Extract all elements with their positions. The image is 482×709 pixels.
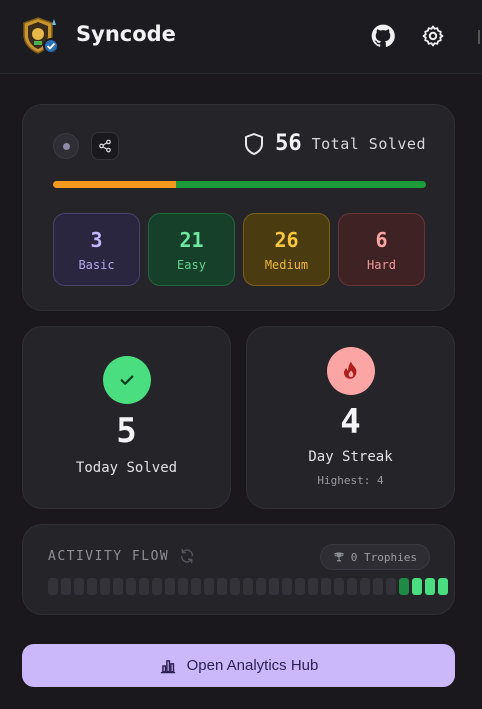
activity-cell <box>48 578 58 595</box>
activity-cell <box>425 578 435 595</box>
app-title: Syncode <box>76 22 176 46</box>
activity-cell <box>74 578 84 595</box>
day-streak-label: Day Streak <box>308 449 393 465</box>
trophy-icon <box>334 552 344 562</box>
total-solved-label: Total Solved <box>311 134 426 153</box>
difficulty-count: 21 <box>179 227 204 252</box>
difficulty-label: Medium <box>264 257 309 272</box>
activity-cell <box>386 578 396 595</box>
day-streak-value: 4 <box>340 402 361 442</box>
difficulty-breakdown: 3 Basic 21 Easy 26 Medium 6 Hard <box>53 213 425 286</box>
difficulty-basic[interactable]: 3 Basic <box>53 213 140 286</box>
activity-cell <box>334 578 344 595</box>
difficulty-count: 6 <box>375 227 388 252</box>
activity-cell <box>61 578 71 595</box>
difficulty-hard[interactable]: 6 Hard <box>338 213 425 286</box>
difficulty-count: 26 <box>274 227 299 252</box>
difficulty-medium[interactable]: 26 Medium <box>243 213 330 286</box>
highest-streak-label: Highest: 4 <box>317 474 384 487</box>
refresh-button[interactable] <box>179 548 195 564</box>
settings-button[interactable] <box>420 23 446 49</box>
difficulty-label: Hard <box>367 257 396 272</box>
today-solved-card: 5 Today Solved <box>22 326 231 509</box>
difficulty-count: 3 <box>90 227 103 252</box>
check-circle <box>103 356 151 404</box>
summary-card: 56 Total Solved 3 Basic 21 Easy 26 Mediu… <box>22 104 455 311</box>
share-icon <box>99 139 111 153</box>
app-logo-icon <box>20 15 64 57</box>
activity-cell <box>165 578 175 595</box>
activity-heatmap <box>48 578 448 595</box>
activity-cell <box>152 578 162 595</box>
activity-flow-title: ACTIVITY FLOW <box>48 549 170 564</box>
activity-cell <box>243 578 253 595</box>
activity-cell <box>360 578 370 595</box>
activity-cell <box>126 578 136 595</box>
bar-chart-icon <box>160 659 175 673</box>
day-streak-card: 4 Day Streak Highest: 4 <box>246 326 455 509</box>
open-analytics-hub-label: Open Analytics Hub <box>186 657 319 674</box>
activity-cell <box>256 578 266 595</box>
trophies-count: 0 Trophies <box>350 550 417 564</box>
activity-cell <box>308 578 318 595</box>
difficulty-label: Basic <box>78 257 115 272</box>
app-header: Syncode <box>0 0 482 74</box>
difficulty-label: Easy <box>177 257 206 272</box>
activity-cell <box>269 578 279 595</box>
activity-cell <box>204 578 214 595</box>
today-solved-label: Today Solved <box>75 460 178 476</box>
shield-icon <box>245 132 264 155</box>
activity-cell <box>295 578 305 595</box>
total-solved: 56 Total Solved <box>243 131 426 156</box>
activity-cell <box>412 578 422 595</box>
difficulty-progress-bar <box>53 181 426 188</box>
window-edge-handle <box>478 30 482 44</box>
activity-cell <box>217 578 227 595</box>
share-button[interactable] <box>91 132 119 160</box>
activity-cell <box>282 578 292 595</box>
activity-cell <box>87 578 97 595</box>
refresh-icon <box>180 548 194 564</box>
activity-cell <box>373 578 383 595</box>
progress-segment-primary <box>53 181 177 188</box>
activity-cell <box>321 578 331 595</box>
activity-cell <box>399 578 409 595</box>
fire-icon <box>344 361 357 379</box>
difficulty-easy[interactable]: 21 Easy <box>148 213 235 286</box>
trophies-badge[interactable]: 0 Trophies <box>319 544 430 570</box>
activity-cell <box>191 578 201 595</box>
open-analytics-hub-button[interactable]: Open Analytics Hub <box>22 644 455 687</box>
today-solved-value: 5 <box>116 411 137 451</box>
check-icon <box>120 375 134 385</box>
activity-cell <box>139 578 149 595</box>
github-button[interactable] <box>370 23 396 49</box>
status-dot-icon <box>62 142 70 150</box>
activity-cell <box>230 578 240 595</box>
fire-circle <box>327 347 375 395</box>
activity-cell <box>113 578 123 595</box>
activity-cell <box>100 578 110 595</box>
activity-cell <box>347 578 357 595</box>
activity-cell <box>178 578 188 595</box>
total-solved-count: 56 <box>275 131 302 156</box>
status-dot-button[interactable] <box>53 133 79 159</box>
progress-segment-secondary <box>176 181 426 188</box>
gear-icon <box>422 25 444 47</box>
github-icon <box>371 24 395 47</box>
activity-cell <box>438 578 448 595</box>
activity-flow-card: ACTIVITY FLOW 0 Trophies <box>22 524 455 615</box>
